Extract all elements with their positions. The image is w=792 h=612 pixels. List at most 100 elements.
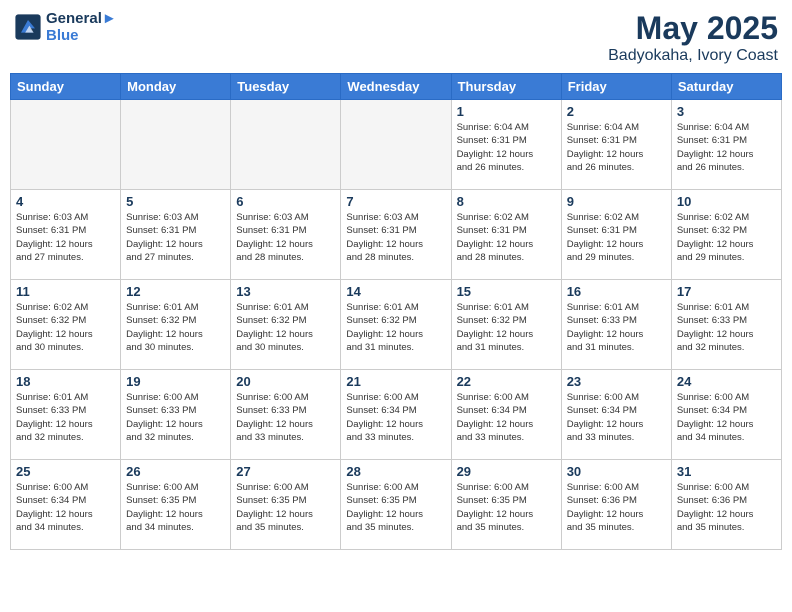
day-number: 5 <box>126 194 225 209</box>
day-info: Sunrise: 6:00 AM Sunset: 6:35 PM Dayligh… <box>346 481 445 534</box>
weekday-header-friday: Friday <box>561 74 671 100</box>
day-number: 27 <box>236 464 335 479</box>
day-cell: 17Sunrise: 6:01 AM Sunset: 6:33 PM Dayli… <box>671 280 781 370</box>
day-info: Sunrise: 6:03 AM Sunset: 6:31 PM Dayligh… <box>236 211 335 264</box>
page-header: General► Blue May 2025 Badyokaha, Ivory … <box>10 10 782 65</box>
day-cell: 26 Sunrise: 6:00 AM Sunset: 6:35 PM Dayli… <box>121 460 231 550</box>
day-number: 28 <box>346 464 445 479</box>
day-number: 20 <box>236 374 335 389</box>
title-block: May 2025 Badyokaha, Ivory Coast <box>608 10 778 65</box>
day-number: 22 <box>457 374 556 389</box>
day-info: Sunrise: 6:00 AM Sunset: 6:33 PM Dayligh… <box>126 391 225 444</box>
day-cell: 18Sunrise: 6:01 AM Sunset: 6:33 PM Dayli… <box>11 370 121 460</box>
day-cell: 22 Sunrise: 6:00 AM Sunset: 6:34 PM Dayli… <box>451 370 561 460</box>
day-cell: 16Sunrise: 6:01 AM Sunset: 6:33 PM Dayli… <box>561 280 671 370</box>
day-number: 10 <box>677 194 776 209</box>
day-cell <box>11 100 121 190</box>
day-cell: 8 Sunrise: 6:02 AM Sunset: 6:31 PM Daylig… <box>451 190 561 280</box>
day-cell: 7 Sunrise: 6:03 AM Sunset: 6:31 PM Daylig… <box>341 190 451 280</box>
day-cell: 20 Sunrise: 6:00 AM Sunset: 6:33 PM Dayli… <box>231 370 341 460</box>
day-number: 15 <box>457 284 556 299</box>
day-number: 21 <box>346 374 445 389</box>
day-number: 31 <box>677 464 776 479</box>
week-row-1: 1 Sunrise: 6:04 AM Sunset: 6:31 PM Daylig… <box>11 100 782 190</box>
week-row-3: 11Sunrise: 6:02 AM Sunset: 6:32 PM Dayli… <box>11 280 782 370</box>
day-number: 7 <box>346 194 445 209</box>
day-info: Sunrise: 6:00 AM Sunset: 6:34 PM Dayligh… <box>16 481 115 534</box>
day-cell: 25 Sunrise: 6:00 AM Sunset: 6:34 PM Dayli… <box>11 460 121 550</box>
week-row-2: 4 Sunrise: 6:03 AM Sunset: 6:31 PM Daylig… <box>11 190 782 280</box>
day-cell: 28 Sunrise: 6:00 AM Sunset: 6:35 PM Dayli… <box>341 460 451 550</box>
day-cell: 14Sunrise: 6:01 AM Sunset: 6:32 PM Dayli… <box>341 280 451 370</box>
week-row-5: 25 Sunrise: 6:00 AM Sunset: 6:34 PM Dayli… <box>11 460 782 550</box>
day-number: 11 <box>16 284 115 299</box>
week-row-4: 18Sunrise: 6:01 AM Sunset: 6:33 PM Dayli… <box>11 370 782 460</box>
day-cell: 10 Sunrise: 6:02 AM Sunset: 6:32 PM Dayli… <box>671 190 781 280</box>
day-info: Sunrise: 6:04 AM Sunset: 6:31 PM Dayligh… <box>457 121 556 174</box>
day-info: Sunrise: 6:00 AM Sunset: 6:34 PM Dayligh… <box>567 391 666 444</box>
day-cell: 12 Sunrise: 6:01 AM Sunset: 6:32 PM Dayli… <box>121 280 231 370</box>
day-number: 1 <box>457 104 556 119</box>
day-cell <box>341 100 451 190</box>
day-number: 3 <box>677 104 776 119</box>
day-cell: 27 Sunrise: 6:00 AM Sunset: 6:35 PM Dayli… <box>231 460 341 550</box>
month-year: May 2025 <box>608 10 778 47</box>
location: Badyokaha, Ivory Coast <box>608 47 778 65</box>
day-info: Sunrise: 6:00 AM Sunset: 6:34 PM Dayligh… <box>346 391 445 444</box>
day-cell <box>231 100 341 190</box>
day-cell: 31Sunrise: 6:00 AM Sunset: 6:36 PM Dayli… <box>671 460 781 550</box>
day-info: Sunrise: 6:01 AM Sunset: 6:32 PM Dayligh… <box>346 301 445 354</box>
day-info: Sunrise: 6:01 AM Sunset: 6:33 PM Dayligh… <box>16 391 115 444</box>
day-info: Sunrise: 6:04 AM Sunset: 6:31 PM Dayligh… <box>677 121 776 174</box>
day-cell: 21 Sunrise: 6:00 AM Sunset: 6:34 PM Dayli… <box>341 370 451 460</box>
day-info: Sunrise: 6:00 AM Sunset: 6:35 PM Dayligh… <box>126 481 225 534</box>
day-info: Sunrise: 6:03 AM Sunset: 6:31 PM Dayligh… <box>126 211 225 264</box>
day-info: Sunrise: 6:00 AM Sunset: 6:34 PM Dayligh… <box>457 391 556 444</box>
day-cell: 1 Sunrise: 6:04 AM Sunset: 6:31 PM Daylig… <box>451 100 561 190</box>
day-number: 8 <box>457 194 556 209</box>
weekday-header-sunday: Sunday <box>11 74 121 100</box>
day-info: Sunrise: 6:01 AM Sunset: 6:33 PM Dayligh… <box>567 301 666 354</box>
day-cell <box>121 100 231 190</box>
day-number: 12 <box>126 284 225 299</box>
day-number: 6 <box>236 194 335 209</box>
day-number: 17 <box>677 284 776 299</box>
day-info: Sunrise: 6:00 AM Sunset: 6:33 PM Dayligh… <box>236 391 335 444</box>
day-cell: 5 Sunrise: 6:03 AM Sunset: 6:31 PM Daylig… <box>121 190 231 280</box>
day-number: 24 <box>677 374 776 389</box>
day-cell: 4Sunrise: 6:03 AM Sunset: 6:31 PM Daylig… <box>11 190 121 280</box>
day-cell: 29Sunrise: 6:00 AM Sunset: 6:35 PM Dayli… <box>451 460 561 550</box>
day-info: Sunrise: 6:02 AM Sunset: 6:31 PM Dayligh… <box>457 211 556 264</box>
weekday-header-tuesday: Tuesday <box>231 74 341 100</box>
weekday-header-row: SundayMondayTuesdayWednesdayThursdayFrid… <box>11 74 782 100</box>
day-number: 9 <box>567 194 666 209</box>
day-cell: 24 Sunrise: 6:00 AM Sunset: 6:34 PM Dayli… <box>671 370 781 460</box>
day-info: Sunrise: 6:02 AM Sunset: 6:32 PM Dayligh… <box>677 211 776 264</box>
weekday-header-thursday: Thursday <box>451 74 561 100</box>
day-info: Sunrise: 6:00 AM Sunset: 6:35 PM Dayligh… <box>236 481 335 534</box>
day-info: Sunrise: 6:03 AM Sunset: 6:31 PM Dayligh… <box>346 211 445 264</box>
calendar-table: SundayMondayTuesdayWednesdayThursdayFrid… <box>10 73 782 550</box>
weekday-header-wednesday: Wednesday <box>341 74 451 100</box>
day-number: 2 <box>567 104 666 119</box>
day-info: Sunrise: 6:02 AM Sunset: 6:31 PM Dayligh… <box>567 211 666 264</box>
day-info: Sunrise: 6:00 AM Sunset: 6:35 PM Dayligh… <box>457 481 556 534</box>
day-number: 26 <box>126 464 225 479</box>
day-cell: 9 Sunrise: 6:02 AM Sunset: 6:31 PM Daylig… <box>561 190 671 280</box>
day-cell: 19 Sunrise: 6:00 AM Sunset: 6:33 PM Dayli… <box>121 370 231 460</box>
day-cell: 3 Sunrise: 6:04 AM Sunset: 6:31 PM Daylig… <box>671 100 781 190</box>
day-number: 25 <box>16 464 115 479</box>
day-number: 19 <box>126 374 225 389</box>
day-info: Sunrise: 6:00 AM Sunset: 6:36 PM Dayligh… <box>567 481 666 534</box>
day-info: Sunrise: 6:00 AM Sunset: 6:34 PM Dayligh… <box>677 391 776 444</box>
day-cell: 15 Sunrise: 6:01 AM Sunset: 6:32 PM Dayli… <box>451 280 561 370</box>
logo-text: General► Blue <box>46 10 117 44</box>
logo-icon <box>14 13 42 41</box>
day-info: Sunrise: 6:01 AM Sunset: 6:32 PM Dayligh… <box>457 301 556 354</box>
day-number: 4 <box>16 194 115 209</box>
day-number: 13 <box>236 284 335 299</box>
logo: General► Blue <box>14 10 117 44</box>
day-info: Sunrise: 6:01 AM Sunset: 6:32 PM Dayligh… <box>126 301 225 354</box>
day-cell: 2Sunrise: 6:04 AM Sunset: 6:31 PM Daylig… <box>561 100 671 190</box>
day-cell: 6 Sunrise: 6:03 AM Sunset: 6:31 PM Daylig… <box>231 190 341 280</box>
